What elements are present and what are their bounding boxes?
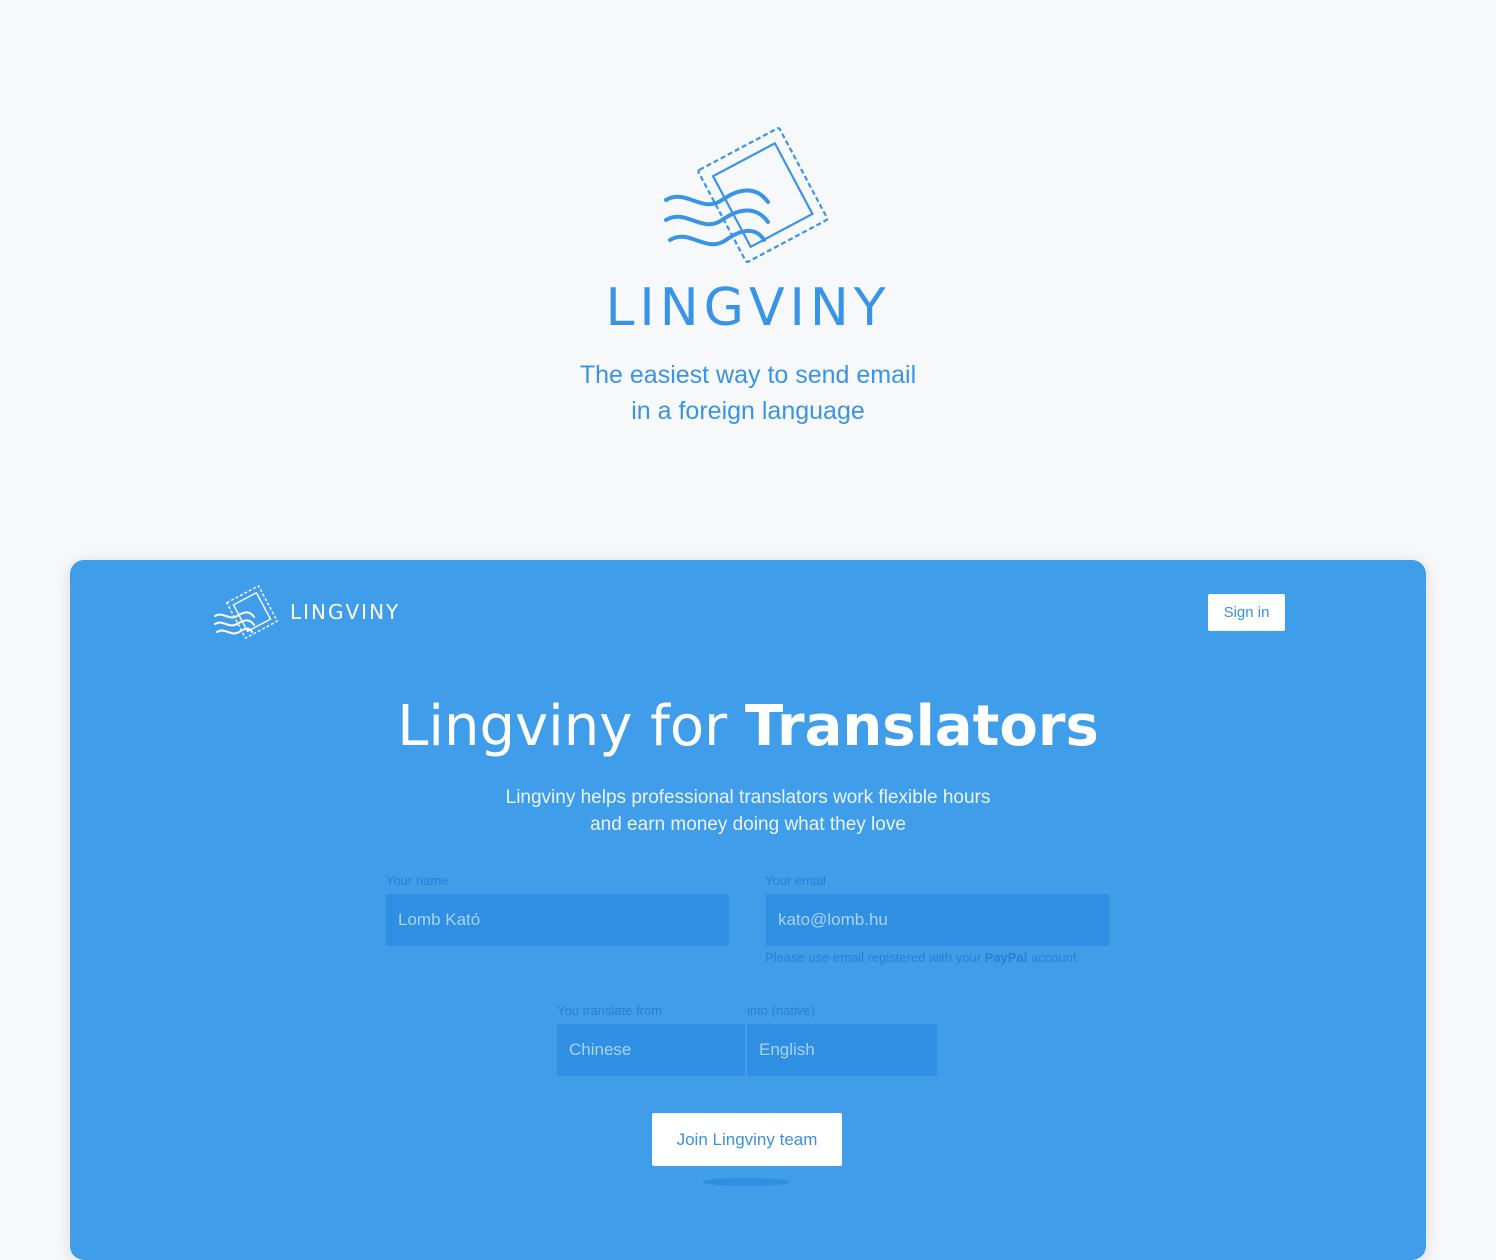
page-subtitle: Lingviny helps professional translators … (70, 784, 1426, 838)
stamp-waves-icon (664, 127, 829, 263)
email-hint-after: account (1027, 950, 1077, 965)
subtitle-line-1: Lingviny helps professional translators … (505, 787, 991, 808)
from-label: You translate from (557, 1003, 663, 1018)
subtitle-line-2: and earn money doing what they love (590, 814, 906, 835)
translators-landing-card: LINGVINY Sign in Lingviny for Translator… (70, 560, 1426, 1260)
stamp-waves-icon[interactable] (212, 584, 278, 642)
email-label: Your email (765, 873, 826, 888)
email-hint-before: Please use email registered with your (765, 950, 985, 965)
headline-regular: Lingviny for (397, 694, 745, 759)
into-language-select[interactable]: English (747, 1024, 937, 1076)
into-label: into (native) (747, 1003, 815, 1018)
join-button-shadow (702, 1178, 790, 1186)
language-divider (745, 1024, 746, 1076)
from-language-select[interactable]: Chinese (557, 1024, 746, 1076)
headline-bold: Translators (744, 694, 1099, 759)
tagline: The easiest way to send email in a forei… (0, 357, 1496, 429)
nav-brand[interactable]: LINGVINY (290, 600, 400, 624)
hero-section: LINGVINY The easiest way to send email i… (0, 0, 1496, 520)
name-field[interactable] (386, 894, 729, 946)
join-team-button[interactable]: Join Lingviny team (652, 1113, 842, 1166)
email-field[interactable] (766, 894, 1109, 946)
signin-button[interactable]: Sign in (1208, 594, 1285, 631)
email-hint-paypal: PayPal (984, 950, 1028, 965)
tagline-line-2: in a foreign language (631, 397, 865, 425)
brand-title: LINGVINY (605, 278, 891, 338)
page-headline: Lingviny for Translators (70, 694, 1426, 759)
tagline-line-1: The easiest way to send email (579, 361, 917, 389)
name-label: Your name (386, 873, 449, 888)
email-hint: Please use email registered with your Pa… (765, 950, 1076, 965)
